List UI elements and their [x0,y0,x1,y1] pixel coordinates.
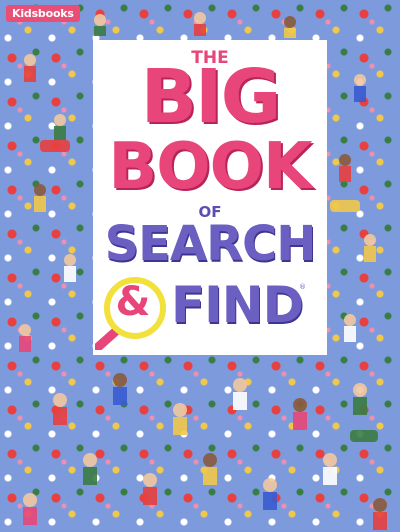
book-cover: Kidsbooks THE BIG BOOK OF SEARCH & FIND … [0,0,400,532]
title-search: SEARCH [104,216,317,272]
title-panel: THE BIG BOOK OF SEARCH & FIND ® [93,40,327,355]
registered-mark: ® [299,283,306,291]
publisher-logo: Kidsbooks [6,5,80,22]
title-ampersand: & [115,279,151,325]
title-book: BOOK [108,130,312,204]
title-find: FIND [171,276,304,334]
title-big: BIG [140,54,282,140]
